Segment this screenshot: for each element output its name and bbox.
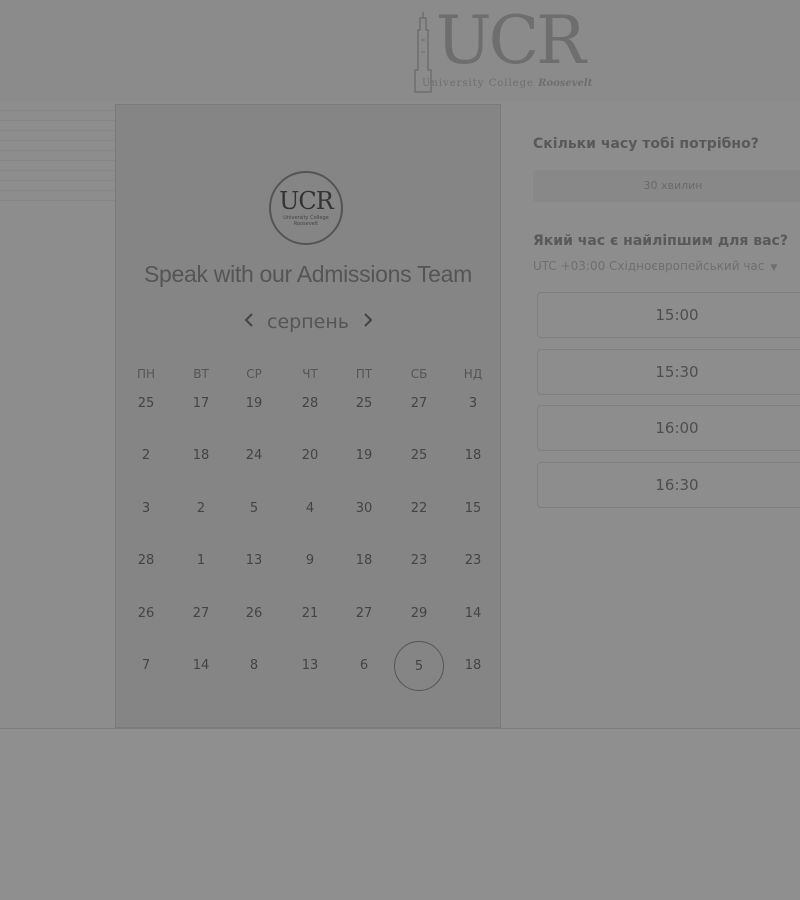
calendar-day[interactable]: 5 xyxy=(229,484,279,534)
divider xyxy=(0,150,115,151)
time-slot-button[interactable]: 15:30 xyxy=(537,349,800,395)
divider xyxy=(0,140,115,141)
calendar-day[interactable]: 29 xyxy=(394,589,444,639)
calendar-day-selected[interactable]: 5 xyxy=(394,641,444,691)
calendar-day[interactable]: 26 xyxy=(121,589,171,639)
calendar-day[interactable]: 2 xyxy=(121,431,171,481)
timezone-label: UTC +03:00 Східноєвропейський час xyxy=(533,259,765,273)
calendar-day[interactable]: 1 xyxy=(176,536,226,586)
calendar-day[interactable]: 14 xyxy=(448,589,498,639)
calendar-day[interactable]: 22 xyxy=(394,484,444,534)
calendar-day[interactable]: 25 xyxy=(121,379,171,429)
calendar-day[interactable]: 2 xyxy=(176,484,226,534)
badge-wordmark: UCR xyxy=(279,187,334,215)
page-title: Speak with our Admissions Team xyxy=(143,261,473,287)
calendar-day[interactable]: 7 xyxy=(121,641,171,691)
caret-down-icon: ▼ xyxy=(770,263,778,273)
badge-subtitle: University College Roosevelt xyxy=(283,215,329,227)
calendar-day[interactable]: 4 xyxy=(285,484,335,534)
time-question: Який час є найліпшим для вас? xyxy=(533,233,788,249)
calendar-day[interactable]: 13 xyxy=(285,641,335,691)
calendar-day[interactable]: 25 xyxy=(339,379,389,429)
logo-wordmark: UCR xyxy=(436,2,586,79)
chevron-right-icon xyxy=(364,313,373,327)
calendar-day[interactable]: 26 xyxy=(229,589,279,639)
duration-select[interactable]: 30 хвилин xyxy=(533,170,800,202)
calendar-day[interactable]: 28 xyxy=(121,536,171,586)
time-slot-button[interactable]: 15:00 xyxy=(537,292,800,338)
calendar-day[interactable]: 6 xyxy=(339,641,389,691)
calendar-day[interactable]: 3 xyxy=(121,484,171,534)
chevron-left-icon xyxy=(244,313,253,327)
calendar-day[interactable]: 27 xyxy=(394,379,444,429)
calendar-day[interactable]: 21 xyxy=(285,589,335,639)
logo-subtitle: University College Roosevelt xyxy=(422,78,592,89)
timezone-dropdown[interactable]: UTC +03:00 Східноєвропейський час ▼ xyxy=(533,259,777,273)
calendar-day[interactable]: 18 xyxy=(448,431,498,481)
divider xyxy=(0,190,115,191)
calendar-day[interactable]: 18 xyxy=(339,536,389,586)
divider xyxy=(0,200,115,201)
site-header: UCR University College Roosevelt xyxy=(0,0,800,102)
calendar-day[interactable]: 28 xyxy=(285,379,335,429)
booking-card: UCR University College Roosevelt Speak w… xyxy=(115,104,501,728)
logo-subtitle-script: Roosevelt xyxy=(538,78,593,89)
calendar-day[interactable]: 15 xyxy=(448,484,498,534)
calendar-day[interactable]: 9 xyxy=(285,536,335,586)
divider xyxy=(0,170,115,171)
calendar-day[interactable]: 20 xyxy=(285,431,335,481)
divider xyxy=(0,728,800,729)
month-label: серпень xyxy=(267,311,349,333)
ucr-badge-logo: UCR University College Roosevelt xyxy=(269,171,343,245)
calendar-day[interactable]: 18 xyxy=(176,431,226,481)
calendar-day[interactable]: 27 xyxy=(176,589,226,639)
logo-subtitle-text: University College xyxy=(422,78,534,89)
time-slot-button[interactable]: 16:00 xyxy=(537,405,800,451)
calendar-day[interactable]: 23 xyxy=(394,536,444,586)
calendar-day[interactable]: 8 xyxy=(229,641,279,691)
calendar-day[interactable]: 18 xyxy=(448,641,498,691)
calendar-day[interactable]: 19 xyxy=(339,431,389,481)
calendar-day[interactable]: 27 xyxy=(339,589,389,639)
divider xyxy=(0,180,115,181)
divider xyxy=(0,110,115,111)
calendar-day[interactable]: 17 xyxy=(176,379,226,429)
calendar-day[interactable]: 3 xyxy=(448,379,498,429)
time-slot-button[interactable]: 16:30 xyxy=(537,462,800,508)
divider xyxy=(0,120,115,121)
calendar-day[interactable]: 23 xyxy=(448,536,498,586)
divider xyxy=(0,130,115,131)
calendar-day[interactable]: 19 xyxy=(229,379,279,429)
calendar-day[interactable]: 30 xyxy=(339,484,389,534)
month-navigation: серпень xyxy=(116,309,500,335)
calendar-day[interactable]: 25 xyxy=(394,431,444,481)
calendar-day[interactable]: 13 xyxy=(229,536,279,586)
ucr-logo[interactable]: UCR University College Roosevelt xyxy=(408,2,598,94)
next-month-button[interactable] xyxy=(357,309,379,335)
duration-question: Скільки часу тобі потрібно? xyxy=(533,136,759,152)
calendar-day[interactable]: 24 xyxy=(229,431,279,481)
prev-month-button[interactable] xyxy=(238,309,260,335)
divider xyxy=(0,160,115,161)
calendar-day[interactable]: 14 xyxy=(176,641,226,691)
